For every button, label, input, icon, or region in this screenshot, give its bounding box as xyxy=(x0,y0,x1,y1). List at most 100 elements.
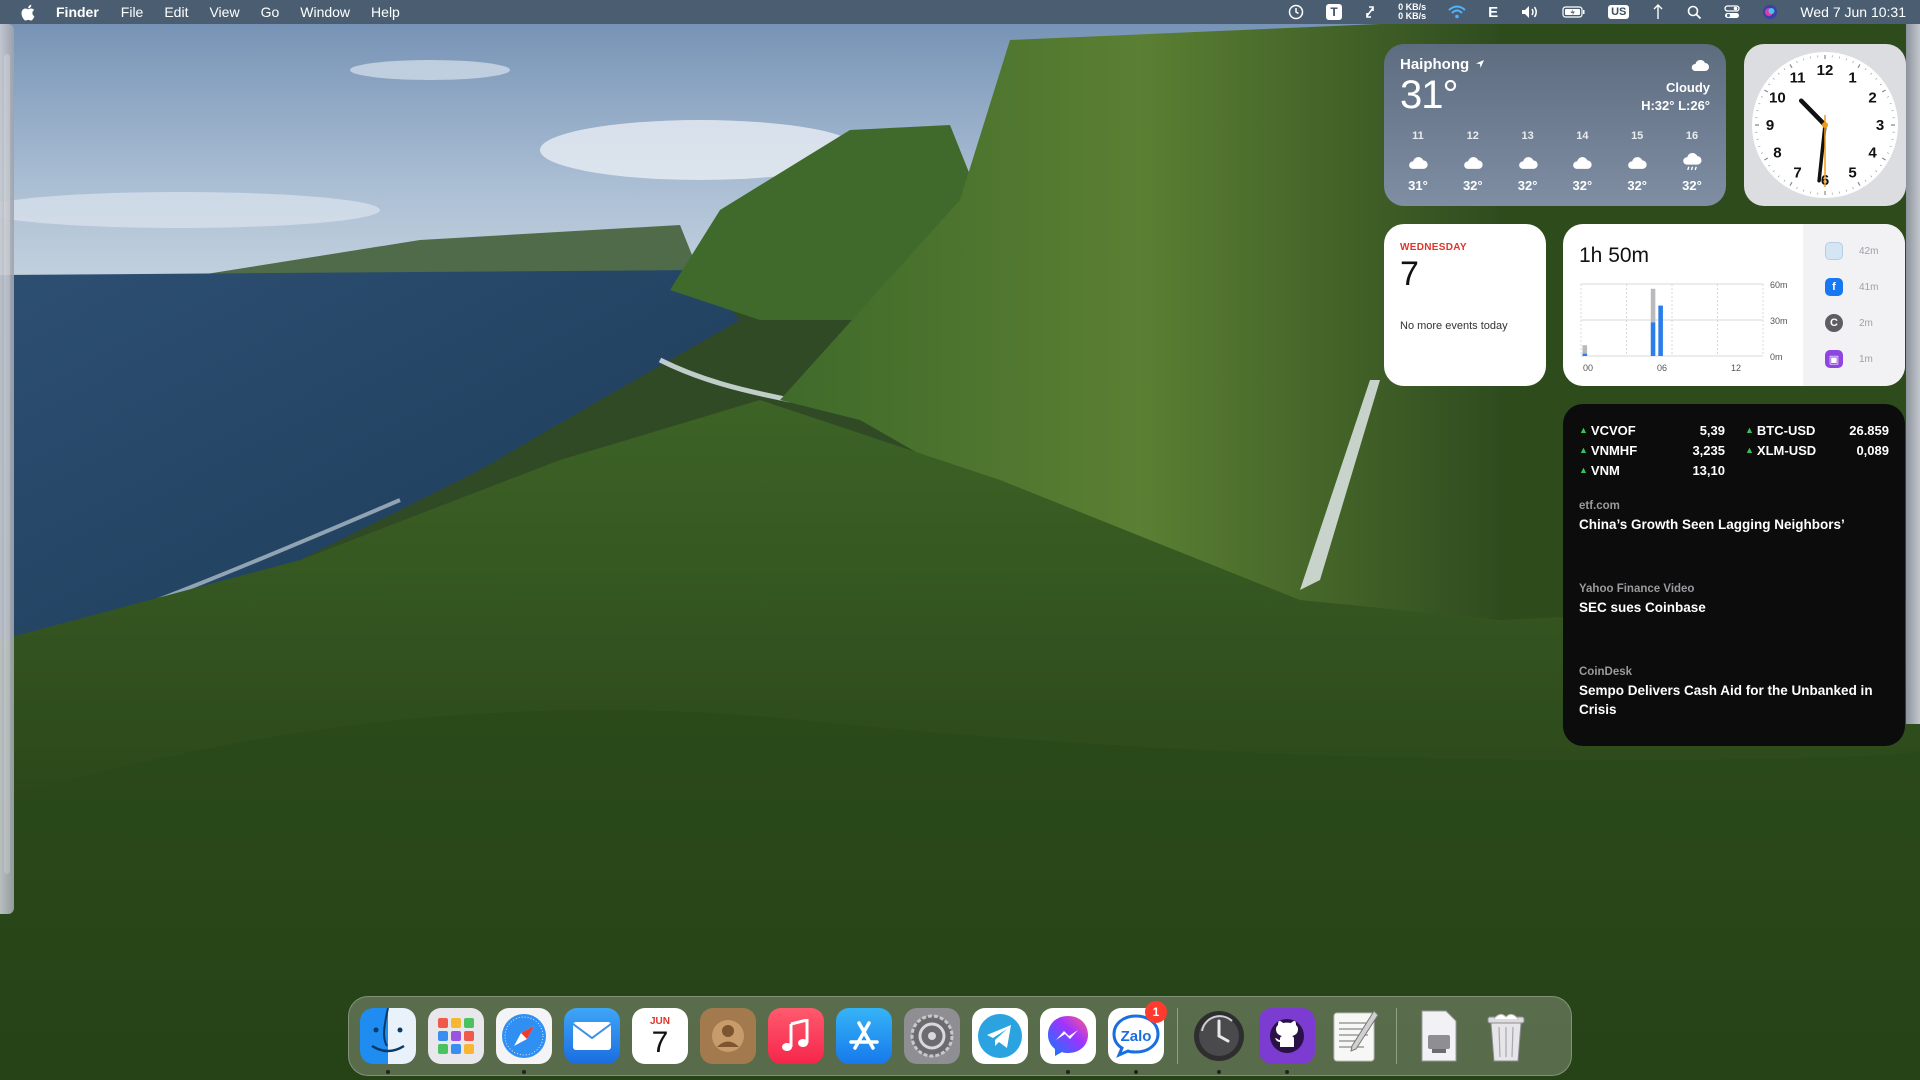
dock-messenger[interactable] xyxy=(1039,1007,1097,1074)
x-label: 06 xyxy=(1657,363,1667,372)
telegram-icon xyxy=(972,1008,1028,1064)
calendar-weekday: WEDNESDAY xyxy=(1400,242,1467,253)
clock-number: 11 xyxy=(1790,69,1806,86)
menu-edit[interactable]: Edit xyxy=(164,4,188,20)
usage-bar-other xyxy=(1582,345,1588,354)
forecast-hour-label: 14 xyxy=(1576,130,1589,142)
dock-music[interactable] xyxy=(767,1007,825,1065)
stock-price: 5,39 xyxy=(1699,422,1725,438)
dock-calendar-month: JUN xyxy=(649,1015,670,1027)
stock-row[interactable]: ▲ VNMHF 3,235 xyxy=(1579,440,1725,460)
menu-bar: Finder File Edit View Go Window Help T 0… xyxy=(0,0,1920,24)
calendar-widget[interactable]: WEDNESDAY 7 No more events today xyxy=(1384,224,1546,386)
weather-hourly-forecast: 11 31° 12 32° 13 32° 14 32° 15 32° 16 32… xyxy=(1394,130,1716,193)
forecast-temp: 32° xyxy=(1572,178,1593,193)
dock-finder[interactable] xyxy=(359,1007,417,1074)
menu-file[interactable]: File xyxy=(121,4,144,20)
dock-calendar[interactable]: JUN 7 xyxy=(631,1007,689,1065)
y-label: 30m xyxy=(1770,316,1788,326)
dock-textedit[interactable] xyxy=(1326,1007,1384,1065)
news-item[interactable]: CoinDesk Sempo Delivers Cash Aid for the… xyxy=(1579,666,1889,746)
stock-price: 0,089 xyxy=(1856,442,1889,458)
running-indicator xyxy=(522,1070,526,1074)
dock-launchpad[interactable] xyxy=(427,1007,485,1065)
link-icon[interactable] xyxy=(1364,4,1376,20)
forecast-hour: 16 32° xyxy=(1668,130,1716,193)
analog-clock-face: 12 1 2 3 4 5 6 7 8 9 10 11 xyxy=(1752,52,1898,198)
stock-price: 3,235 xyxy=(1692,442,1725,458)
news-headline: Sempo Delivers Cash Aid for the Unbanked… xyxy=(1579,683,1873,717)
input-source-letter[interactable]: E xyxy=(1488,4,1498,21)
clock-number: 4 xyxy=(1868,145,1877,162)
clock-number: 10 xyxy=(1769,90,1786,107)
cloud-icon xyxy=(1641,58,1710,75)
stock-symbol: BTC-USD xyxy=(1756,422,1816,438)
network-speed-indicator[interactable]: 0 KB/s 0 KB/s xyxy=(1398,3,1426,21)
dock-telegram[interactable] xyxy=(971,1007,1029,1065)
screen-time-app-row[interactable]: C 2m xyxy=(1825,314,1873,332)
text-tool-icon[interactable]: T xyxy=(1326,4,1343,20)
dock-trash[interactable] xyxy=(1477,1007,1535,1065)
menu-view[interactable]: View xyxy=(209,4,239,20)
screen-time-total: 1h 50m xyxy=(1579,244,1650,267)
menu-app-finder[interactable]: Finder xyxy=(56,4,99,20)
screen-time-widget[interactable]: 1h 50m 60m 30m 0m 00 06 12 42m f 41m C 2… xyxy=(1563,224,1905,386)
time-machine-icon[interactable] xyxy=(1288,4,1304,20)
stocks-widget[interactable]: ▲ VCVOF 5,39 ▲ VNMHF 3,235 ▲ VNM 13,10 ▲ BTC… xyxy=(1563,404,1905,746)
network-activity-icon[interactable] xyxy=(1651,4,1665,20)
clock-number: 1 xyxy=(1848,69,1856,86)
stock-row[interactable]: ▲ VNM 13,10 xyxy=(1579,460,1725,480)
control-center-icon[interactable] xyxy=(1724,5,1741,19)
dock-system-settings[interactable] xyxy=(903,1007,961,1065)
spotlight-search-icon[interactable] xyxy=(1687,5,1702,20)
siri-icon[interactable] xyxy=(1762,4,1778,20)
weather-widget[interactable]: Haiphong 31° Cloudy H:32° L:26° 11 31° 1… xyxy=(1384,44,1726,206)
apple-icon[interactable] xyxy=(20,3,36,21)
keyboard-layout-badge[interactable]: US xyxy=(1608,5,1630,19)
cloud-icon xyxy=(1394,150,1442,174)
clock-number: 2 xyxy=(1868,90,1876,107)
dock-zalo[interactable]: Zalo 1 xyxy=(1107,1001,1167,1074)
dock-mail[interactable] xyxy=(563,1007,621,1065)
dock-safari[interactable] xyxy=(495,1007,553,1074)
volume-icon[interactable] xyxy=(1520,4,1540,20)
dock-github-desktop[interactable] xyxy=(1258,1007,1316,1074)
menu-go[interactable]: Go xyxy=(261,4,280,20)
background-window-edge[interactable] xyxy=(0,24,14,914)
screen-time-app-row[interactable]: f 41m xyxy=(1825,278,1878,296)
background-window-edge-right[interactable] xyxy=(1906,24,1920,724)
weather-hilo: H:32° L:26° xyxy=(1641,98,1710,113)
c-app-icon: C xyxy=(1825,314,1843,332)
forecast-hour-label: 12 xyxy=(1466,130,1479,142)
menu-window[interactable]: Window xyxy=(300,4,350,20)
news-item[interactable]: etf.com China’s Growth Seen Lagging Neig… xyxy=(1579,500,1889,583)
dock-contacts[interactable] xyxy=(699,1007,757,1065)
screen-time-app-row[interactable]: 42m xyxy=(1825,242,1878,260)
calendar-icon: JUN 7 xyxy=(632,1008,688,1064)
screen-time-app-list: 42m f 41m C 2m ▣ 1m xyxy=(1803,224,1905,386)
cloud-icon xyxy=(1504,150,1552,174)
forecast-temp: 32° xyxy=(1627,178,1648,193)
cloud-rain-icon xyxy=(1668,150,1716,174)
battery-icon[interactable] xyxy=(1562,5,1586,19)
screen-time-app-row[interactable]: ▣ 1m xyxy=(1825,350,1873,368)
app-store-icon xyxy=(836,1008,892,1064)
forecast-temp: 32° xyxy=(1517,178,1538,193)
dock-app-store[interactable] xyxy=(835,1007,893,1065)
stock-row[interactable]: ▲ XLM-USD 0,089 xyxy=(1745,440,1889,460)
wifi-icon[interactable] xyxy=(1448,5,1466,19)
menu-help[interactable]: Help xyxy=(371,4,400,20)
dock: JUN 7 Zalo 1 xyxy=(348,996,1572,1076)
usage-bar-app xyxy=(1582,353,1588,356)
news-item[interactable]: Yahoo Finance Video SEC sues Coinbase xyxy=(1579,583,1889,666)
clock-widget[interactable]: 12 1 2 3 4 5 6 7 8 9 10 11 xyxy=(1744,44,1906,206)
news-source: Yahoo Finance Video xyxy=(1579,583,1695,595)
calendar-status: No more events today xyxy=(1400,320,1508,332)
menubar-clock[interactable]: Wed 7 Jun 10:31 xyxy=(1800,4,1906,20)
stock-row[interactable]: ▲ VCVOF 5,39 xyxy=(1579,420,1725,440)
dock-time-machine[interactable] xyxy=(1190,1007,1248,1074)
settings-icon xyxy=(904,1008,960,1064)
dock-downloads-folder[interactable] xyxy=(1409,1007,1467,1065)
stock-column-right: ▲ BTC-USD 26.859 ▲ XLM-USD 0,089 xyxy=(1745,420,1889,480)
stock-row[interactable]: ▲ BTC-USD 26.859 xyxy=(1745,420,1889,440)
